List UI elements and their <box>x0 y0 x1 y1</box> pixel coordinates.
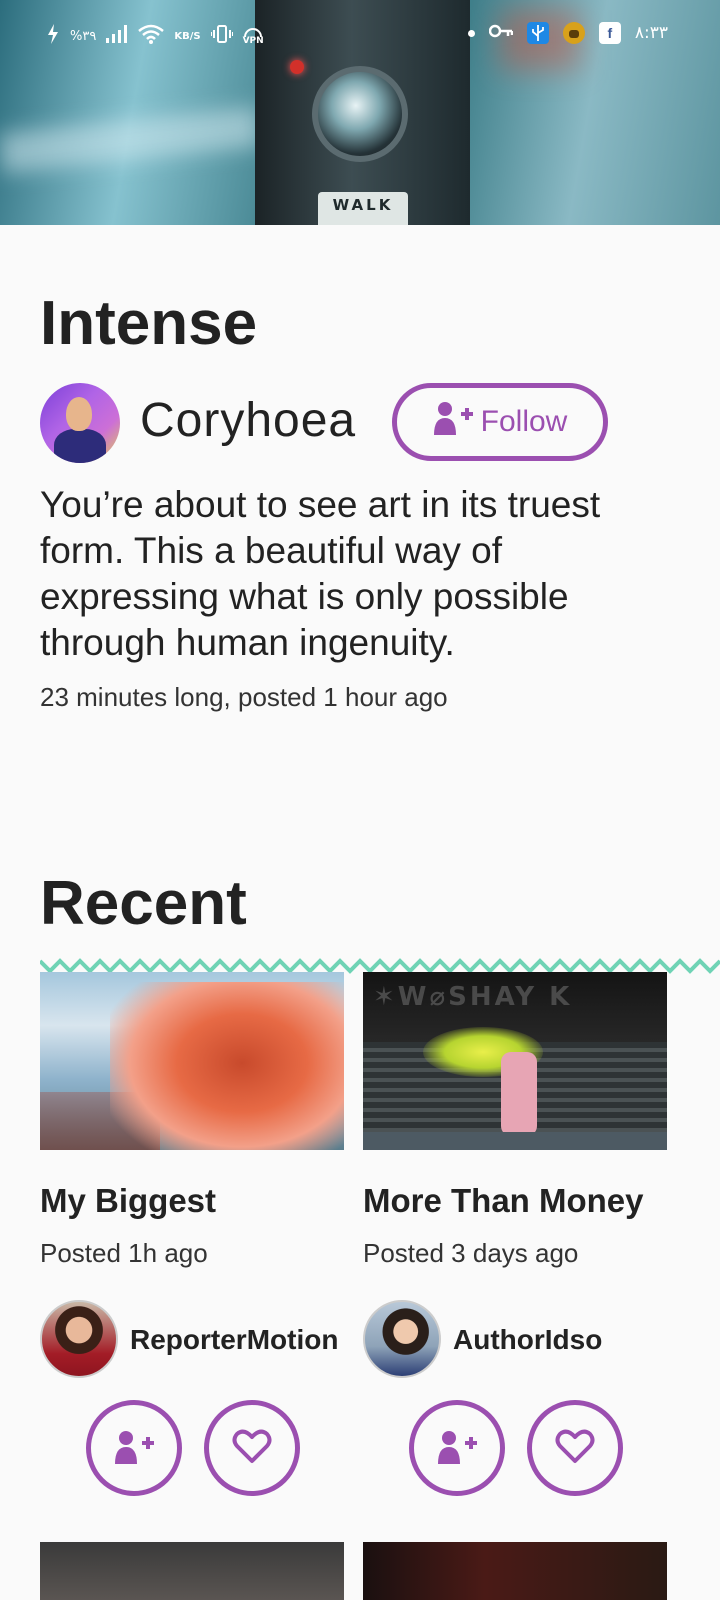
card-thumbnail[interactable]: ✶W⌀SHAY K <box>363 972 667 1150</box>
usb-icon <box>526 22 549 44</box>
follow-button[interactable]: Follow <box>392 383 608 461</box>
follow-author-button[interactable] <box>409 1400 505 1496</box>
heart-icon <box>232 1429 272 1468</box>
card-author-avatar[interactable] <box>40 1300 118 1378</box>
feature-title: Intense <box>40 289 258 358</box>
like-button[interactable] <box>527 1400 623 1496</box>
walk-sign: WALK <box>318 192 408 225</box>
follow-label: Follow <box>480 405 568 438</box>
battery-percent: %۳۹ <box>70 28 97 44</box>
user-plus-icon <box>437 1429 477 1468</box>
card-thumbnail[interactable] <box>40 972 344 1150</box>
recent-card[interactable]: My Biggest Posted 1h ago ReporterMotion <box>40 972 344 1534</box>
app-icon <box>562 22 585 44</box>
charging-icon <box>46 24 60 48</box>
card-posted: Posted 3 days ago <box>363 1238 579 1268</box>
recent-section-title: Recent <box>40 869 247 938</box>
walk-button-lens <box>312 66 408 162</box>
user-plus-icon <box>433 400 473 444</box>
wifi-icon <box>138 24 165 48</box>
card-posted: Posted 1h ago <box>40 1238 208 1268</box>
heart-icon <box>555 1429 595 1468</box>
author-name[interactable]: Coryhoea <box>140 393 356 448</box>
card-author-name[interactable]: ReporterMotion <box>130 1324 338 1356</box>
feature-meta: 23 minutes long, posted 1 hour ago <box>40 682 448 712</box>
follow-author-button[interactable] <box>86 1400 182 1496</box>
card-title[interactable]: More Than Money <box>363 1182 644 1220</box>
vibrate-icon <box>209 24 234 48</box>
status-bar: %۳۹ KB/S VPN f ۸:۳۳ <box>0 14 720 58</box>
dot-icon <box>467 29 475 37</box>
vpn-icon: VPN <box>243 27 264 46</box>
recent-card[interactable]: ✶W⌀SHAY K More Than Money Posted 3 days … <box>363 972 667 1534</box>
signal-icon <box>106 25 128 47</box>
feature-author-row: Coryhoea Follow <box>40 383 680 463</box>
card-author-name[interactable]: AuthorIdso <box>453 1324 602 1356</box>
card-title[interactable]: My Biggest <box>40 1182 216 1220</box>
author-avatar[interactable] <box>40 383 120 463</box>
like-button[interactable] <box>204 1400 300 1496</box>
user-plus-icon <box>114 1429 154 1468</box>
card-thumbnail-partial[interactable] <box>363 1542 667 1600</box>
card-thumbnail-partial[interactable] <box>40 1542 344 1600</box>
clock: ۸:۳۳ <box>634 23 668 43</box>
speed-unit: KB/S <box>174 30 201 42</box>
key-icon <box>488 24 514 42</box>
card-author-avatar[interactable] <box>363 1300 441 1378</box>
feature-description: You’re about to see art in its truest fo… <box>40 484 601 663</box>
facebook-icon: f <box>598 22 621 44</box>
